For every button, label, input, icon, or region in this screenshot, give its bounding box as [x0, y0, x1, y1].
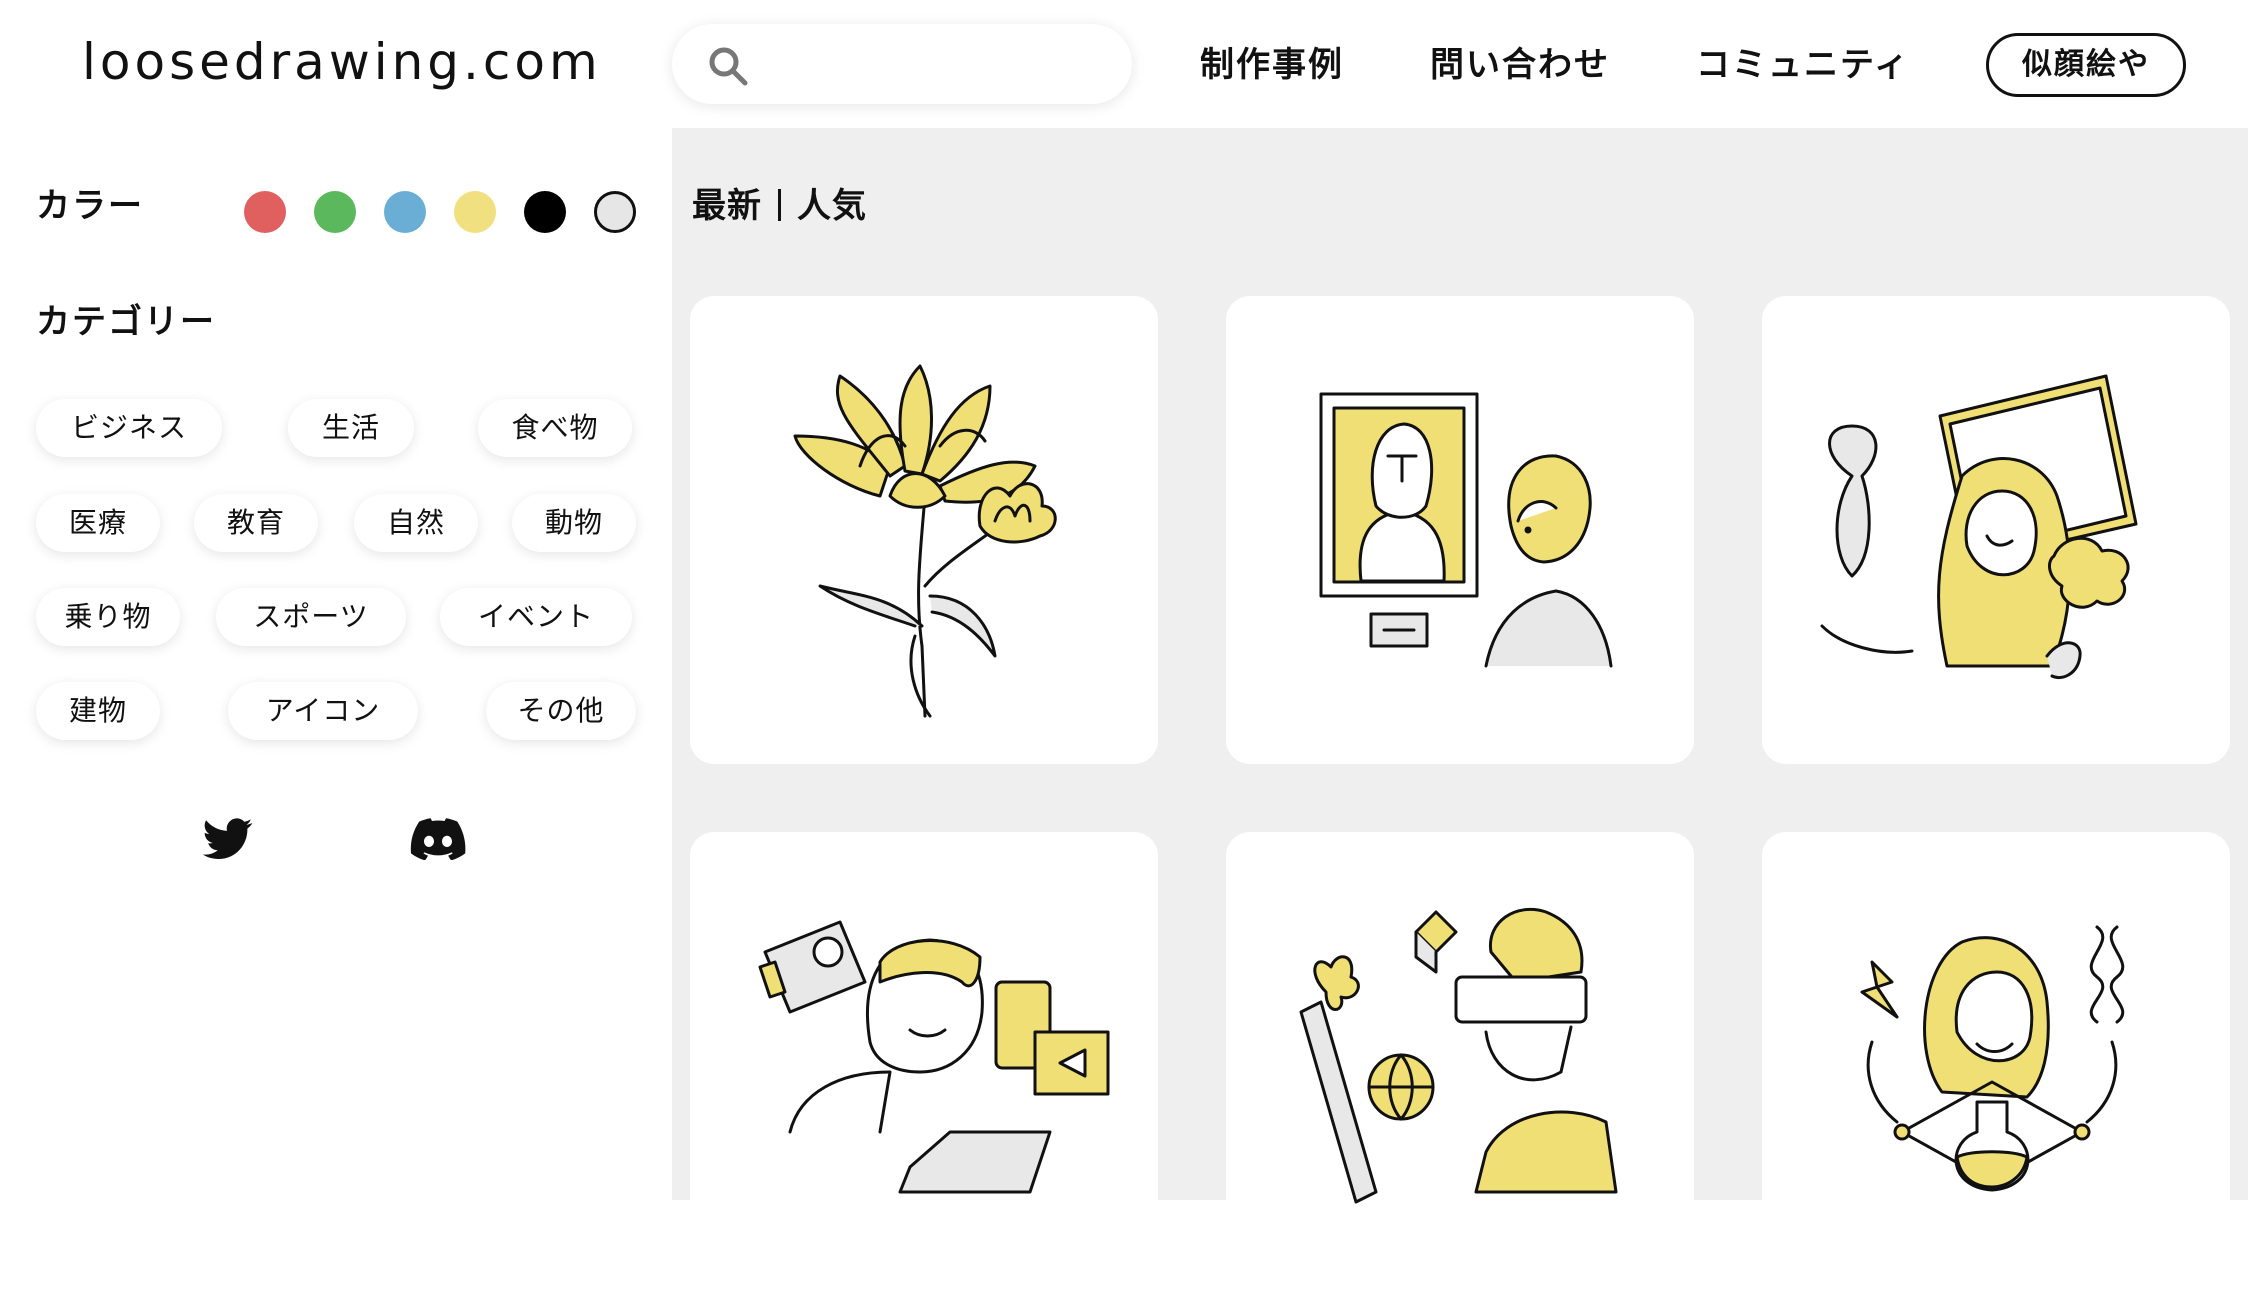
twitter-icon[interactable]	[203, 818, 253, 860]
category-chip[interactable]: 生活	[288, 399, 414, 457]
category-chip[interactable]: 動物	[512, 494, 636, 552]
category-chip[interactable]: アイコン	[228, 682, 418, 740]
category-chip[interactable]: 食べ物	[478, 399, 632, 457]
category-chip[interactable]: 建物	[36, 682, 160, 740]
nav-works[interactable]: 制作事例	[1200, 40, 1344, 90]
color-swatch-black[interactable]	[524, 191, 566, 233]
color-swatch-yellow[interactable]	[454, 191, 496, 233]
museum-painting-illustration-icon	[1319, 392, 1613, 668]
art-woman-illustration-icon	[1820, 374, 2138, 680]
illustration-card[interactable]	[1762, 296, 2230, 764]
color-swatch-white[interactable]	[594, 191, 636, 233]
color-swatch-blue[interactable]	[384, 191, 426, 233]
sort-latest[interactable]: 最新	[692, 186, 762, 226]
search-icon[interactable]	[706, 44, 750, 88]
illustration-card[interactable]	[690, 832, 1158, 1300]
category-chip[interactable]: スポーツ	[216, 588, 406, 646]
category-chip[interactable]: 教育	[194, 494, 318, 552]
search-input[interactable]	[772, 40, 1102, 88]
search-bar[interactable]	[672, 24, 1132, 104]
illustration-card[interactable]	[1762, 832, 2230, 1300]
main-content: 最新 人気	[672, 128, 2248, 1300]
color-swatch-green[interactable]	[314, 191, 356, 233]
category-chip[interactable]: 医療	[36, 494, 160, 552]
portrait-button[interactable]: 似顔絵や	[1986, 33, 2186, 97]
illustration-card[interactable]	[1226, 832, 1694, 1300]
category-title: カテゴリー	[36, 302, 216, 342]
color-filter-title: カラー	[36, 186, 144, 226]
sort-divider	[778, 189, 781, 221]
category-chip[interactable]: その他	[486, 682, 636, 740]
color-swatch-red[interactable]	[244, 191, 286, 233]
scientist-illustration-icon	[1860, 925, 2125, 1192]
nav-community[interactable]: コミュニティ	[1696, 40, 1910, 90]
illustration-card[interactable]	[1226, 296, 1694, 764]
sort-tabs: 最新 人気	[692, 184, 867, 228]
discord-icon[interactable]	[410, 818, 466, 860]
site-logo[interactable]: loosedrawing.com	[82, 30, 602, 94]
category-chip[interactable]: ビジネス	[36, 399, 222, 457]
illustration-card[interactable]	[690, 296, 1158, 764]
flower-illustration-icon	[793, 364, 1057, 718]
sidebar	[0, 128, 672, 1200]
vr-headset-illustration-icon	[1299, 907, 1618, 1204]
nav-contact[interactable]: 問い合わせ	[1430, 40, 1610, 90]
category-chip[interactable]: 乗り物	[36, 588, 180, 646]
site-header: loosedrawing.com 制作事例 問い合わせ コミュニティ 似顔絵や	[0, 0, 2248, 128]
sort-popular[interactable]: 人気	[797, 186, 867, 226]
category-chip[interactable]: 自然	[354, 494, 478, 552]
category-chip[interactable]: イベント	[440, 588, 632, 646]
video-creator-illustration-icon	[758, 920, 1110, 1194]
